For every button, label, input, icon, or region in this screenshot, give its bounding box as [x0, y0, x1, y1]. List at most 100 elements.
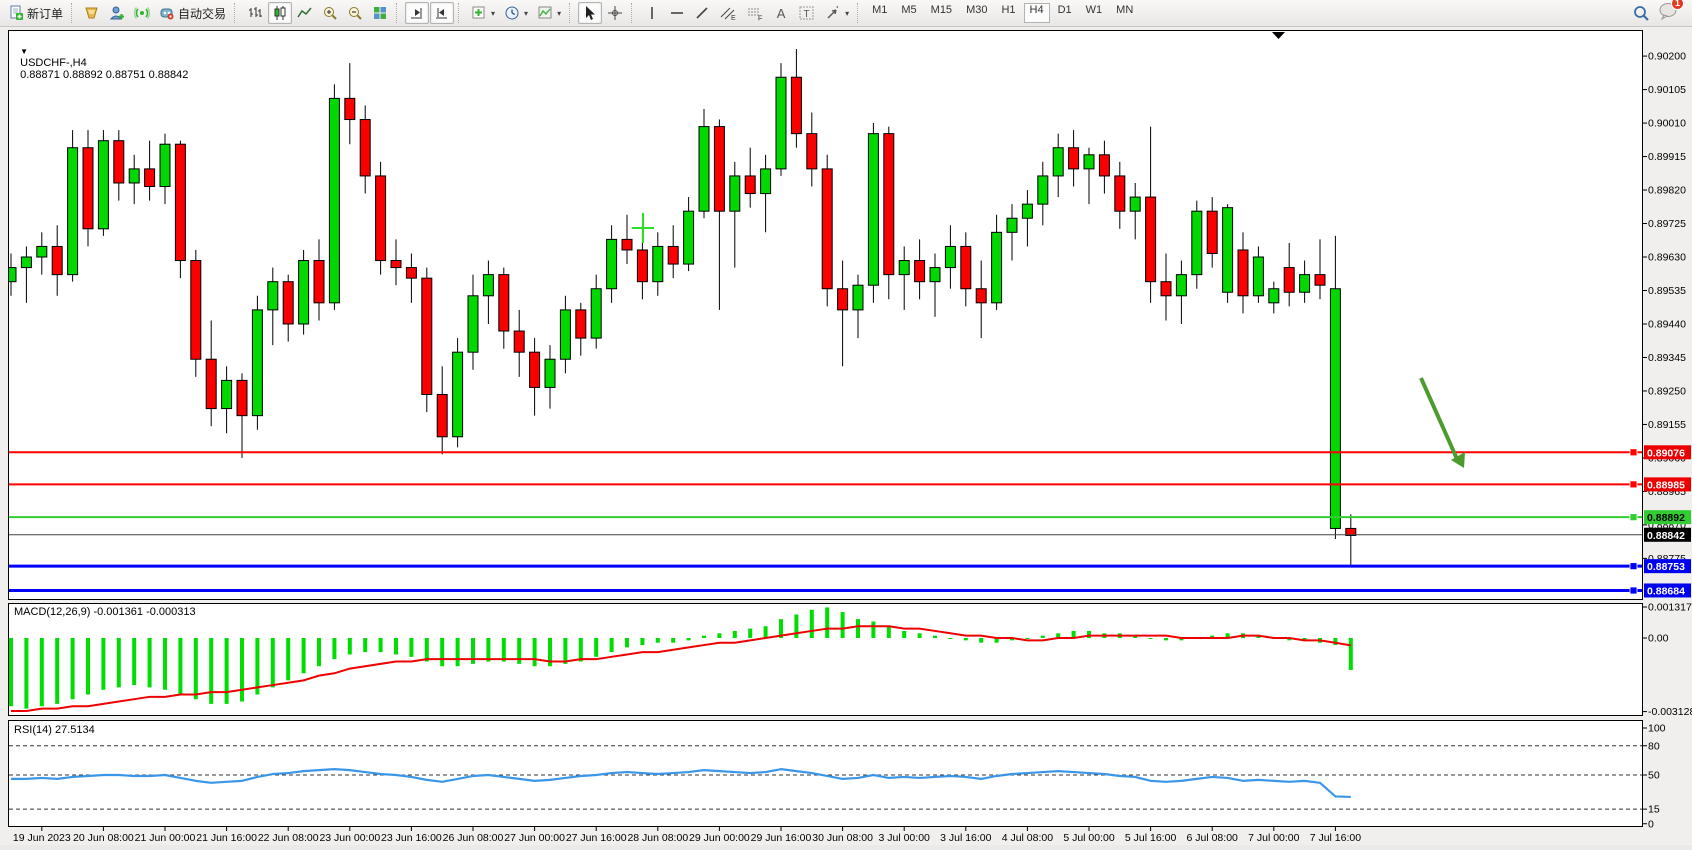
time-axis-label[interactable]: 6 Jul 08:00: [1187, 832, 1239, 844]
macd-histogram-bar: [302, 638, 306, 673]
candle-body: [961, 246, 971, 288]
macd-histogram-bar: [379, 638, 383, 652]
price-level-label: 0.88684: [1647, 585, 1685, 597]
time-axis-label[interactable]: 7 Jul 00:00: [1248, 832, 1300, 844]
time-axis-label[interactable]: 23 Jun 16:00: [381, 832, 442, 844]
macd-histogram-bar: [148, 638, 152, 687]
candle-body: [637, 250, 647, 282]
price-axis-label: 0.89345: [1648, 352, 1686, 364]
candle-body: [299, 261, 309, 324]
time-axis-label[interactable]: 23 Jun 00:00: [319, 832, 380, 844]
time-axis-label[interactable]: 3 Jul 16:00: [940, 832, 992, 844]
candle-body: [1330, 289, 1340, 529]
candle-body: [83, 148, 93, 229]
macd-histogram-bar: [40, 638, 44, 706]
rsi-pane[interactable]: [9, 721, 1643, 827]
macd-histogram-bar: [101, 638, 105, 690]
candle-body: [422, 278, 432, 394]
macd-histogram-bar: [656, 638, 660, 643]
macd-histogram-bar: [71, 638, 75, 699]
line-handle[interactable]: [1630, 481, 1637, 488]
line-handle[interactable]: [1630, 449, 1637, 456]
macd-histogram-bar: [625, 638, 629, 647]
candle-body: [591, 289, 601, 338]
candle-body: [1176, 275, 1186, 296]
candle-body: [360, 120, 370, 176]
time-axis-label[interactable]: 20 Jun 08:00: [73, 832, 134, 844]
time-axis-label[interactable]: 5 Jul 16:00: [1125, 832, 1177, 844]
chart-dropdown-icon[interactable]: ▼: [20, 47, 28, 56]
candle-body: [514, 331, 524, 352]
candle-body: [68, 148, 78, 275]
time-axis-label[interactable]: 21 Jun 00:00: [135, 832, 196, 844]
candle-body: [822, 169, 832, 289]
price-level-label: 0.88892: [1647, 512, 1685, 524]
candle-body: [1053, 148, 1063, 176]
line-handle[interactable]: [1630, 514, 1637, 521]
candle-body: [853, 285, 863, 310]
time-axis-label[interactable]: 3 Jul 00:00: [879, 832, 931, 844]
chart-title-bar[interactable]: ▼ USDCHF-,H4 0.88871 0.88892 0.88751 0.8…: [14, 33, 188, 81]
candle-body: [1238, 250, 1248, 296]
time-axis-label[interactable]: 27 Jun 16:00: [566, 832, 627, 844]
time-axis-label[interactable]: 19 Jun 2023: [13, 832, 71, 844]
candle-body: [653, 246, 663, 281]
time-axis-label[interactable]: 21 Jun 16:00: [196, 832, 257, 844]
candle-body: [684, 211, 694, 264]
macd-histogram-bar: [948, 638, 952, 639]
macd-histogram-bar: [317, 638, 321, 666]
macd-histogram-bar: [225, 638, 229, 704]
candle-body: [930, 268, 940, 282]
time-axis-label[interactable]: 5 Jul 00:00: [1063, 832, 1115, 844]
macd-histogram-bar: [1025, 638, 1029, 639]
macd-histogram-bar: [9, 638, 13, 706]
candle-body: [1315, 275, 1325, 286]
price-axis-label: 0.90105: [1648, 84, 1686, 96]
time-axis-label[interactable]: 22 Jun 08:00: [258, 832, 319, 844]
macd-histogram-bar: [86, 638, 90, 694]
line-handle[interactable]: [1630, 563, 1637, 570]
candle-body: [329, 98, 339, 302]
candle-body: [868, 134, 878, 286]
macd-histogram-bar: [194, 638, 198, 699]
line-handle[interactable]: [1630, 587, 1637, 594]
candle-body: [915, 261, 925, 282]
time-axis-label[interactable]: 30 Jun 08:00: [812, 832, 873, 844]
time-axis-label[interactable]: 29 Jun 00:00: [689, 832, 750, 844]
macd-axis-label: 0.001317: [1648, 602, 1692, 614]
candle-body: [114, 141, 124, 183]
macd-histogram-bar: [440, 638, 444, 666]
time-axis-label[interactable]: 29 Jun 16:00: [751, 832, 812, 844]
chart-canvas[interactable]: 0.902000.901050.900100.899150.898200.897…: [0, 0, 1692, 850]
candle-body: [976, 289, 986, 303]
macd-histogram-bar: [1149, 638, 1153, 639]
time-axis-label[interactable]: 28 Jun 08:00: [627, 832, 688, 844]
macd-histogram-bar: [286, 638, 290, 680]
candle-body: [945, 246, 955, 267]
time-axis-label[interactable]: 7 Jul 16:00: [1310, 832, 1362, 844]
macd-histogram-bar: [533, 638, 537, 666]
candle-body: [668, 246, 678, 264]
macd-histogram-bar: [841, 612, 845, 638]
macd-histogram-bar: [132, 638, 136, 685]
candle-body: [1300, 275, 1310, 293]
macd-histogram-bar: [933, 636, 937, 638]
time-axis-label[interactable]: 26 Jun 08:00: [443, 832, 504, 844]
candle-body: [160, 144, 170, 186]
macd-axis-label: 0.00: [1648, 633, 1669, 645]
time-axis-label[interactable]: 4 Jul 08:00: [1002, 832, 1054, 844]
time-axis-label[interactable]: 27 Jun 00:00: [504, 832, 565, 844]
macd-histogram-bar: [24, 638, 28, 709]
candle-body: [1038, 176, 1048, 204]
candle-body: [283, 282, 293, 324]
macd-indicator-label: MACD(12,26,9) -0.001361 -0.000313: [14, 606, 196, 618]
candle-body: [1223, 208, 1233, 293]
macd-histogram-bar: [363, 638, 367, 652]
candle-body: [1069, 148, 1079, 169]
candle-body: [714, 127, 724, 212]
candle-body: [6, 268, 16, 282]
candle-body: [145, 169, 155, 187]
macd-histogram-bar: [702, 636, 706, 638]
candle-body: [483, 275, 493, 296]
price-axis-label: 0.89250: [1648, 385, 1686, 397]
